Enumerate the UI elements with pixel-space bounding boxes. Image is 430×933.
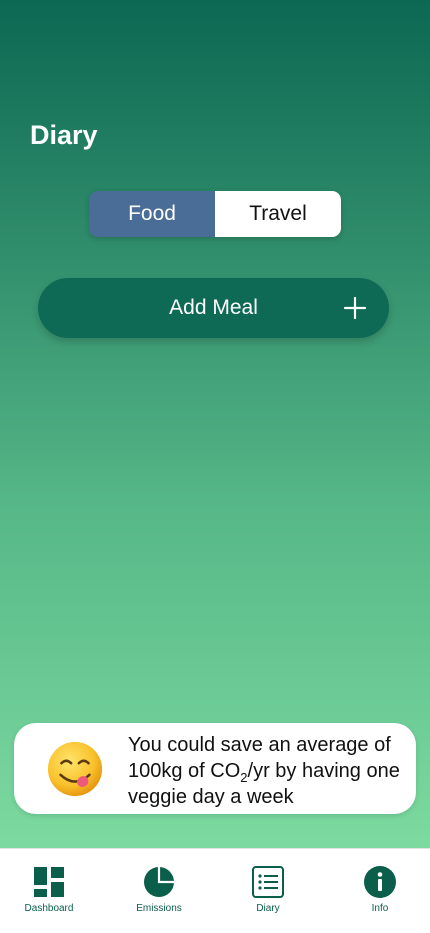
pie-chart-icon	[144, 867, 174, 897]
diary-segmented-control: Food Travel	[89, 191, 341, 237]
segment-food[interactable]: Food	[89, 191, 215, 237]
tab-dashboard[interactable]: Dashboard	[4, 865, 94, 914]
tab-bar: Dashboard Emissions Diary Info	[0, 848, 430, 933]
tip-card: You could save an average of 100kg of CO…	[14, 723, 416, 814]
info-icon	[364, 866, 396, 898]
tab-dashboard-label: Dashboard	[24, 903, 74, 914]
dashboard-icon	[34, 867, 64, 897]
tab-info[interactable]: Info	[335, 865, 425, 914]
tab-diary-label: Diary	[256, 903, 280, 914]
yum-face-emoji	[47, 741, 103, 797]
tab-info-label: Info	[371, 903, 389, 914]
plus-icon	[343, 296, 367, 320]
page-title: Diary	[30, 120, 98, 150]
tab-emissions-label: Emissions	[136, 903, 182, 914]
tip-subscript: 2	[240, 770, 248, 785]
tab-diary[interactable]: Diary	[223, 865, 313, 914]
add-meal-button[interactable]: Add Meal	[38, 278, 389, 338]
list-icon	[252, 866, 284, 898]
segment-travel[interactable]: Travel	[215, 191, 341, 237]
tip-text: You could save an average of 100kg of CO…	[128, 732, 413, 810]
tab-emissions[interactable]: Emissions	[114, 865, 204, 914]
add-meal-label: Add Meal	[169, 296, 258, 319]
